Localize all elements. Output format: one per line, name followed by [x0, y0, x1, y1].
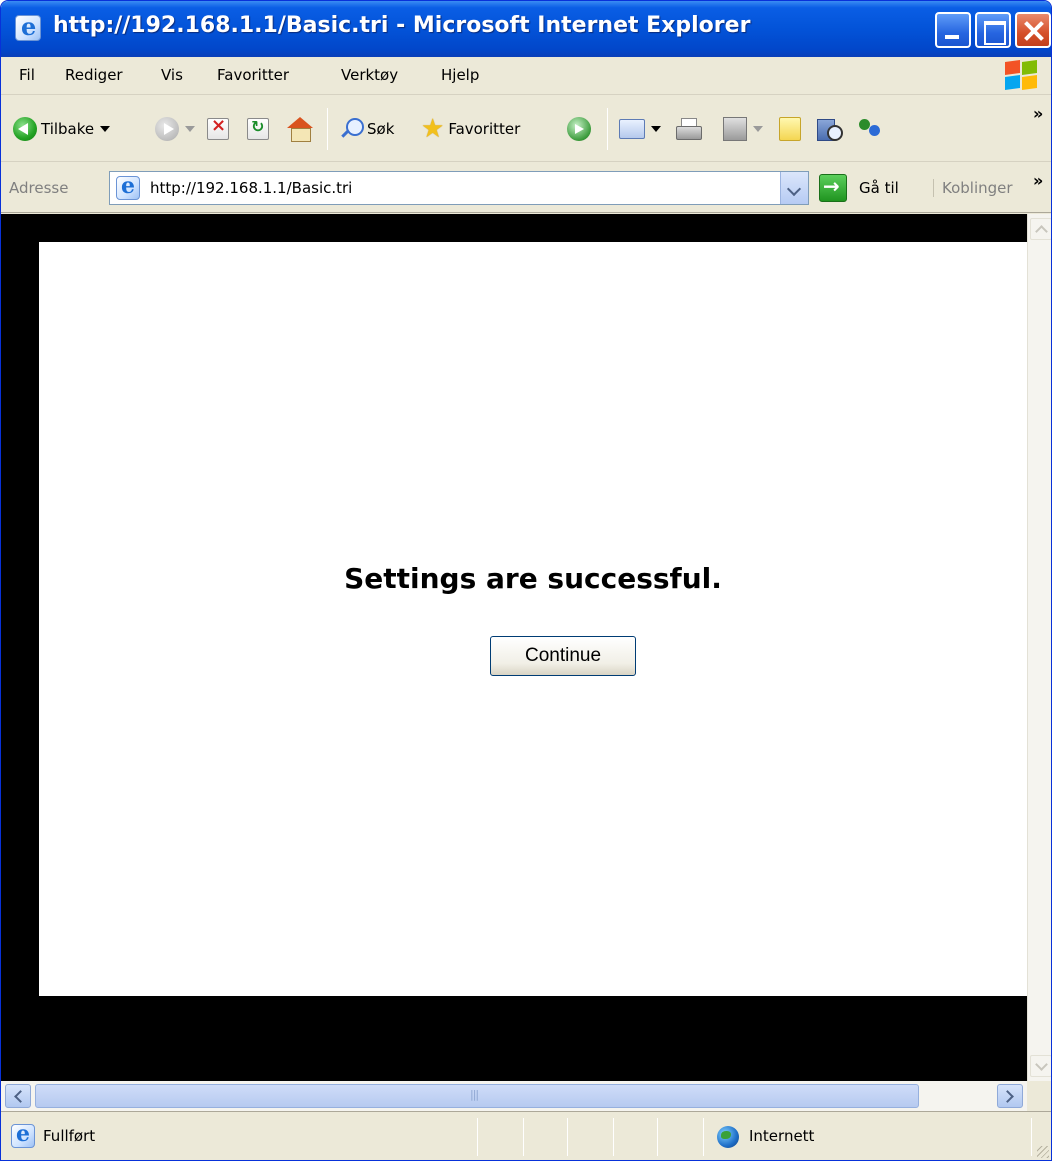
menu-item-favoritter[interactable]: Favoritter — [217, 66, 289, 84]
toolbar-separator — [327, 108, 328, 150]
menu-item-label: Verktøy — [341, 66, 399, 84]
menu-item-vis[interactable]: Vis — [161, 66, 183, 84]
stop-icon — [207, 115, 229, 140]
ie-icon — [15, 12, 41, 41]
status-divider — [613, 1118, 614, 1156]
scroll-right-button[interactable] — [997, 1084, 1023, 1108]
title-bar[interactable]: http://192.168.1.1/Basic.tri - Microsoft… — [1, 1, 1051, 57]
vertical-scrollbar[interactable] — [1027, 214, 1051, 1081]
research-button[interactable] — [817, 112, 843, 146]
discuss-button[interactable] — [779, 112, 801, 146]
address-label: Adresse — [9, 179, 69, 197]
page-icon — [116, 173, 140, 200]
menu-item-label: Fil — [19, 66, 35, 84]
favorites-label: Favoritter — [448, 120, 521, 138]
research-icon — [817, 117, 843, 141]
menu-item-hjelp[interactable]: Hjelp — [441, 66, 479, 84]
status-divider — [1031, 1118, 1032, 1156]
scroll-down-button[interactable] — [1030, 1055, 1051, 1077]
search-label: Søk — [367, 120, 395, 138]
security-zone: Internett — [749, 1127, 815, 1145]
status-divider — [523, 1118, 524, 1156]
minimize-button[interactable] — [935, 12, 971, 48]
home-button[interactable] — [287, 112, 313, 146]
print-icon — [675, 118, 702, 140]
go-button[interactable]: Gå til — [859, 179, 899, 197]
back-button[interactable]: Tilbake — [13, 112, 111, 146]
window-title: http://192.168.1.1/Basic.tri - Microsoft… — [53, 13, 751, 38]
browser-window: http://192.168.1.1/Basic.tri - Microsoft… — [0, 0, 1052, 1161]
close-button[interactable] — [1015, 12, 1051, 48]
go-arrow-icon[interactable] — [819, 174, 847, 202]
menu-item-fil[interactable]: Fil — [19, 66, 35, 84]
menu-bar: Fil Rediger Vis Favoritter Verktøy Hjelp — [1, 57, 1051, 95]
horizontal-scrollbar[interactable] — [1, 1081, 1051, 1111]
edit-icon — [723, 117, 747, 141]
address-url[interactable]: http://192.168.1.1/Basic.tri — [150, 179, 352, 197]
menu-item-rediger[interactable]: Rediger — [65, 66, 123, 84]
media-button[interactable] — [567, 112, 591, 146]
scroll-left-button[interactable] — [5, 1084, 31, 1108]
status-divider — [657, 1118, 658, 1156]
forward-button[interactable] — [155, 112, 195, 146]
horizontal-scroll-thumb[interactable] — [35, 1084, 919, 1108]
content-viewport: Settings are successful. Continue — [1, 214, 1051, 1081]
refresh-icon — [247, 117, 269, 140]
resize-grip-icon[interactable] — [1037, 1146, 1049, 1158]
favorites-button[interactable]: ★ Favoritter — [421, 112, 520, 146]
status-bar: Fullført Internett — [1, 1111, 1051, 1160]
note-icon — [779, 117, 801, 141]
messenger-button[interactable] — [857, 112, 883, 146]
forward-icon — [155, 117, 179, 141]
status-divider — [567, 1118, 568, 1156]
chevron-down-icon[interactable] — [185, 126, 195, 132]
media-icon — [567, 117, 591, 141]
chevron-down-icon[interactable] — [100, 126, 111, 132]
menu-item-label: Rediger — [65, 66, 123, 84]
stop-button[interactable] — [207, 112, 229, 146]
address-dropdown-button[interactable] — [780, 172, 808, 204]
search-icon — [339, 117, 364, 141]
globe-icon — [717, 1126, 739, 1148]
continue-button[interactable]: Continue — [490, 636, 636, 676]
ie-page-icon — [11, 1121, 35, 1148]
search-button[interactable]: Søk — [339, 112, 394, 146]
scroll-up-button[interactable] — [1030, 218, 1051, 240]
print-button[interactable] — [675, 112, 702, 146]
favorites-star-icon: ★ — [421, 114, 445, 144]
links-button[interactable]: Koblinger — [933, 179, 1013, 197]
success-message: Settings are successful. — [344, 562, 722, 595]
back-icon — [13, 117, 37, 141]
maximize-button[interactable] — [975, 12, 1011, 48]
home-icon — [287, 117, 313, 142]
status-divider — [477, 1118, 478, 1156]
menu-item-label: Favoritter — [217, 66, 289, 84]
windows-logo-icon — [1005, 59, 1039, 91]
chevron-down-icon[interactable] — [651, 126, 661, 132]
standard-toolbar: Tilbake Søk ★ Favoritter — [1, 96, 1051, 162]
menu-item-label: Hjelp — [441, 66, 480, 84]
messenger-icon — [857, 117, 883, 141]
scrollbar-corner — [1027, 1081, 1051, 1111]
edit-button[interactable] — [723, 112, 763, 146]
menu-item-label: Vis — [161, 66, 183, 84]
page-content: Settings are successful. Continue — [39, 242, 1027, 996]
refresh-button[interactable] — [247, 112, 269, 146]
status-divider — [703, 1118, 704, 1156]
back-label: Tilbake — [41, 120, 95, 138]
chevron-down-icon[interactable] — [753, 126, 763, 132]
toolbar-separator — [607, 108, 608, 150]
links-overflow-chevron[interactable]: » — [1033, 171, 1043, 190]
mail-button[interactable] — [619, 112, 661, 146]
mail-icon — [619, 119, 645, 139]
address-bar: Adresse http://192.168.1.1/Basic.tri Gå … — [1, 163, 1051, 213]
toolbar-overflow-chevron[interactable]: » — [1033, 104, 1043, 123]
menu-item-verktoy[interactable]: Verktøy — [341, 66, 398, 84]
status-text: Fullført — [43, 1127, 96, 1145]
address-input[interactable]: http://192.168.1.1/Basic.tri — [109, 171, 809, 205]
